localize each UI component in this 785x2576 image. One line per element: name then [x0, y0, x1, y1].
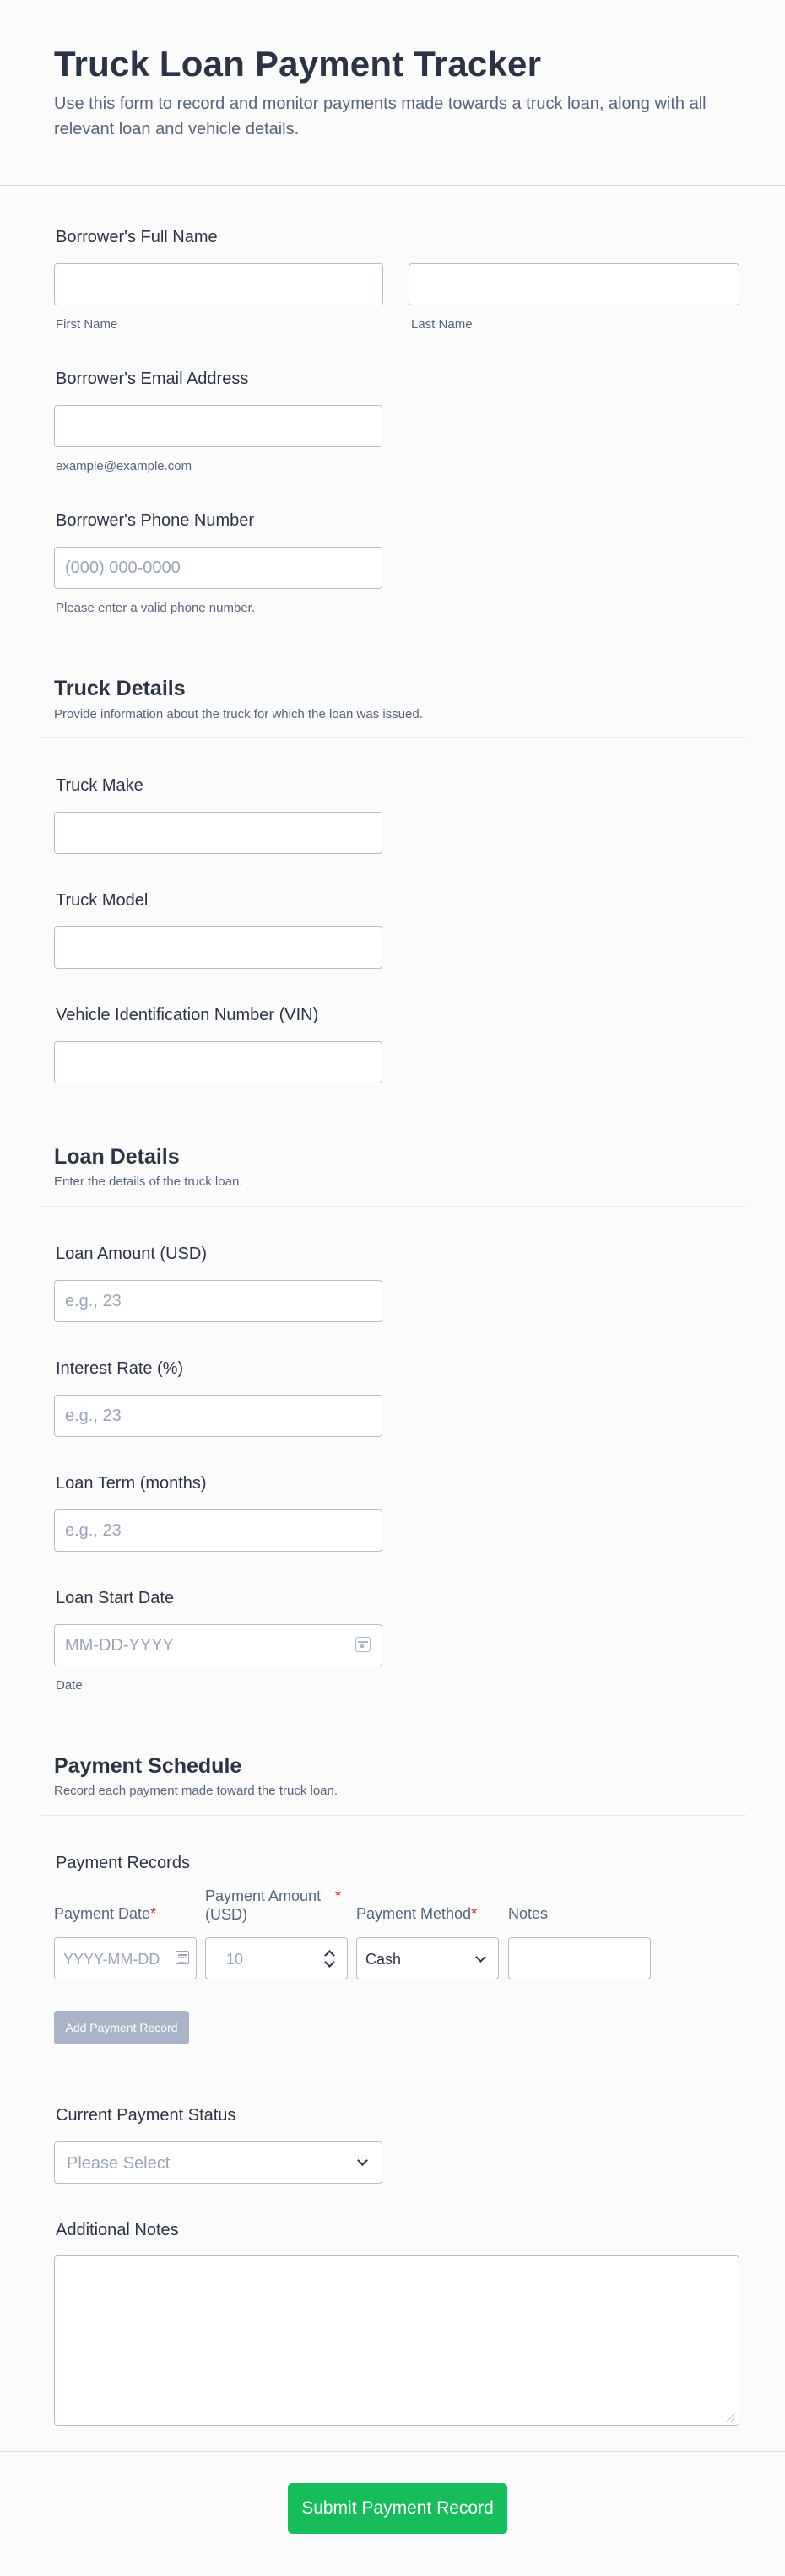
last-name-sublabel: Last Name — [411, 317, 473, 332]
truck-model-input[interactable] — [54, 926, 382, 969]
loan-amount-label: Loan Amount (USD) — [56, 1245, 207, 1263]
calendar-icon[interactable] — [176, 1951, 189, 1964]
col-payment-date: Payment Date* — [54, 1904, 156, 1923]
truck-make-label: Truck Make — [56, 776, 143, 795]
loan-section-subtitle: Enter the details of the truck loan. — [54, 1175, 243, 1189]
col-payment-amount-text: Payment Amount (USD) — [205, 1887, 322, 1923]
form-title: Truck Loan Payment Tracker — [54, 44, 542, 84]
vin-input[interactable] — [54, 1041, 382, 1083]
vin-label: Vehicle Identification Number (VIN) — [56, 1006, 319, 1024]
loan-start-date-input[interactable] — [54, 1624, 382, 1666]
truck-section-divider — [41, 737, 746, 738]
payment-amount-placeholder: 10 — [226, 1951, 244, 1968]
chevron-down-icon — [357, 2155, 368, 2166]
payment-date-placeholder: YYYY-MM-DD — [63, 1951, 160, 1968]
col-notes: Notes — [508, 1905, 549, 1922]
required-marker: * — [150, 1905, 157, 1922]
col-payment-amount: Payment Amount (USD) — [205, 1887, 340, 1924]
schedule-section-title: Payment Schedule — [54, 1754, 242, 1778]
chevron-down-icon — [475, 1952, 486, 1963]
first-name-sublabel: First Name — [56, 317, 118, 332]
phone-input[interactable] — [54, 547, 382, 589]
loan-section-title: Loan Details — [54, 1145, 180, 1169]
payment-method-select[interactable]: Cash — [356, 1937, 499, 1979]
payment-date-cell[interactable]: YYYY-MM-DD — [54, 1937, 197, 1979]
submit-button[interactable]: Submit Payment Record — [288, 2483, 507, 2534]
footer-divider — [0, 2451, 785, 2452]
interest-rate-label: Interest Rate (%) — [56, 1359, 184, 1378]
required-marker: * — [335, 1887, 342, 1904]
interest-rate-input[interactable] — [54, 1395, 382, 1437]
loan-section-divider — [41, 1206, 746, 1207]
stepper-down-icon[interactable] — [324, 1957, 335, 1968]
additional-notes-textarea[interactable] — [54, 2255, 739, 2426]
add-payment-record-button[interactable]: Add Payment Record — [54, 2011, 189, 2044]
payment-records-label: Payment Records — [56, 1854, 190, 1872]
col-payment-date-text: Payment Date — [54, 1905, 151, 1922]
col-payment-method-text: Payment Method — [356, 1905, 472, 1922]
schedule-section-divider — [41, 1815, 746, 1816]
email-label: Borrower's Email Address — [56, 370, 249, 388]
loan-start-sublabel: Date — [56, 1678, 83, 1693]
payment-method-value: Cash — [365, 1951, 402, 1968]
form-page: Truck Loan Payment Tracker Use this form… — [0, 0, 785, 2576]
last-name-input[interactable] — [409, 263, 739, 305]
loan-amount-input[interactable] — [54, 1280, 382, 1322]
loan-term-label: Loan Term (months) — [56, 1474, 207, 1493]
col-payment-method: Payment Method* — [356, 1904, 477, 1923]
additional-notes-label: Additional Notes — [56, 2221, 179, 2239]
payment-status-select[interactable]: Please Select — [54, 2141, 382, 2184]
loan-start-date-field — [54, 1624, 382, 1666]
schedule-section-subtitle: Record each payment made toward the truc… — [54, 1784, 338, 1798]
phone-label: Borrower's Phone Number — [56, 511, 255, 530]
form-description: Use this form to record and monitor paym… — [54, 95, 706, 138]
form-header: Truck Loan Payment Tracker Use this form… — [0, 0, 785, 186]
first-name-input[interactable] — [54, 263, 383, 305]
full-name-label: Borrower's Full Name — [56, 228, 218, 246]
loan-term-input[interactable] — [54, 1509, 382, 1552]
payment-status-label: Current Payment Status — [56, 2106, 236, 2125]
calendar-icon[interactable] — [355, 1637, 371, 1652]
payment-status-placeholder: Please Select — [67, 2154, 171, 2173]
resize-handle-icon[interactable] — [727, 2413, 735, 2422]
loan-start-label: Loan Start Date — [56, 1589, 175, 1607]
required-marker: * — [471, 1905, 478, 1922]
truck-model-label: Truck Model — [56, 891, 149, 910]
truck-section-title: Truck Details — [54, 677, 186, 700]
phone-sublabel: Please enter a valid phone number. — [56, 601, 255, 615]
payment-amount-cell[interactable]: 10 — [205, 1937, 348, 1979]
truck-section-subtitle: Provide information about the truck for … — [54, 707, 423, 721]
email-input[interactable] — [54, 405, 382, 447]
payment-notes-cell[interactable] — [508, 1937, 651, 1979]
truck-make-input[interactable] — [54, 812, 382, 854]
email-sublabel: example@example.com — [56, 459, 192, 473]
